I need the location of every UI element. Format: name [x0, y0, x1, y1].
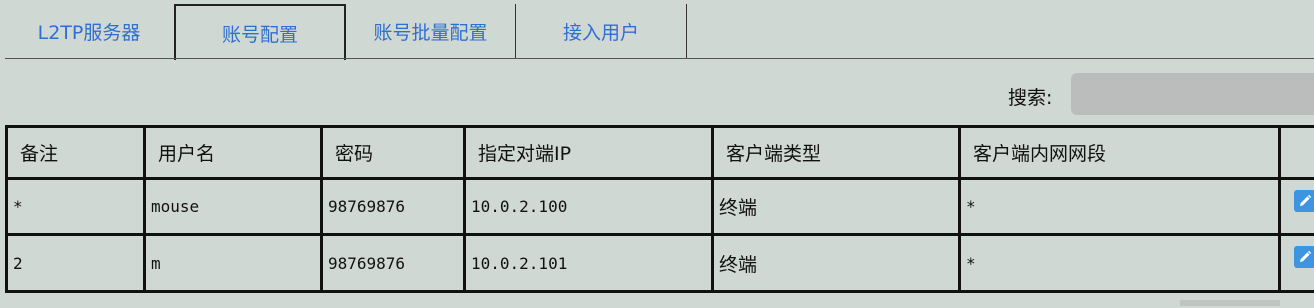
table-row-1-client-type: 终端 [719, 197, 758, 219]
edit-button-row-1[interactable] [1294, 190, 1314, 212]
table-row-2-client-type: 终端 [719, 253, 758, 276]
table-row-2-client-subnet: * [966, 253, 976, 273]
edit-button-row-2[interactable] [1294, 246, 1314, 268]
table-row-2-password: 98769876 [328, 253, 406, 273]
tab-batch-account-config[interactable]: 账号批量配置 [346, 4, 515, 58]
table-row-1-username: mouse [151, 197, 200, 216]
search-label: 搜索: [1008, 87, 1053, 109]
column-header-password: 密码 [335, 143, 374, 165]
column-header-remark: 备注 [20, 143, 59, 165]
table-row-2-username: m [151, 253, 161, 273]
tab-l2tp-server[interactable]: L2TP服务器 [5, 4, 173, 58]
edit-icon [1300, 250, 1312, 262]
table-row-2-remark: 2 [13, 253, 23, 273]
column-header-client-type: 客户端类型 [726, 143, 822, 165]
column-header-peer-ip: 指定对端IP [478, 143, 572, 165]
table-row-1-peer-ip: 10.0.2.100 [471, 197, 568, 216]
column-header-client-subnet: 客户端内网网段 [973, 143, 1107, 165]
tab-account-config[interactable]: 账号配置 [174, 4, 346, 60]
table-row-2-peer-ip: 10.0.2.101 [471, 253, 568, 273]
tab-bar: L2TP服务器 账号配置 账号批量配置 接入用户 [0, 0, 1314, 60]
search-input[interactable] [1071, 73, 1314, 115]
column-header-actions [1281, 128, 1314, 177]
tab-bar-underline [5, 58, 1314, 59]
scrollbar-track[interactable] [1180, 300, 1280, 306]
column-header-username: 用户名 [158, 143, 216, 165]
table-row-1-password: 98769876 [328, 197, 406, 216]
tab-connected-users[interactable]: 接入用户 [516, 4, 686, 58]
tab-separator [686, 4, 687, 58]
table-row-1-remark: * [13, 197, 23, 216]
edit-icon [1300, 194, 1312, 206]
table-row-1-client-subnet: * [966, 197, 976, 216]
table-border [5, 290, 1314, 293]
accounts-table: 备注 用户名 密码 指定对端IP 客户端类型 客户端内网网段 * mouse 9… [5, 125, 1314, 295]
